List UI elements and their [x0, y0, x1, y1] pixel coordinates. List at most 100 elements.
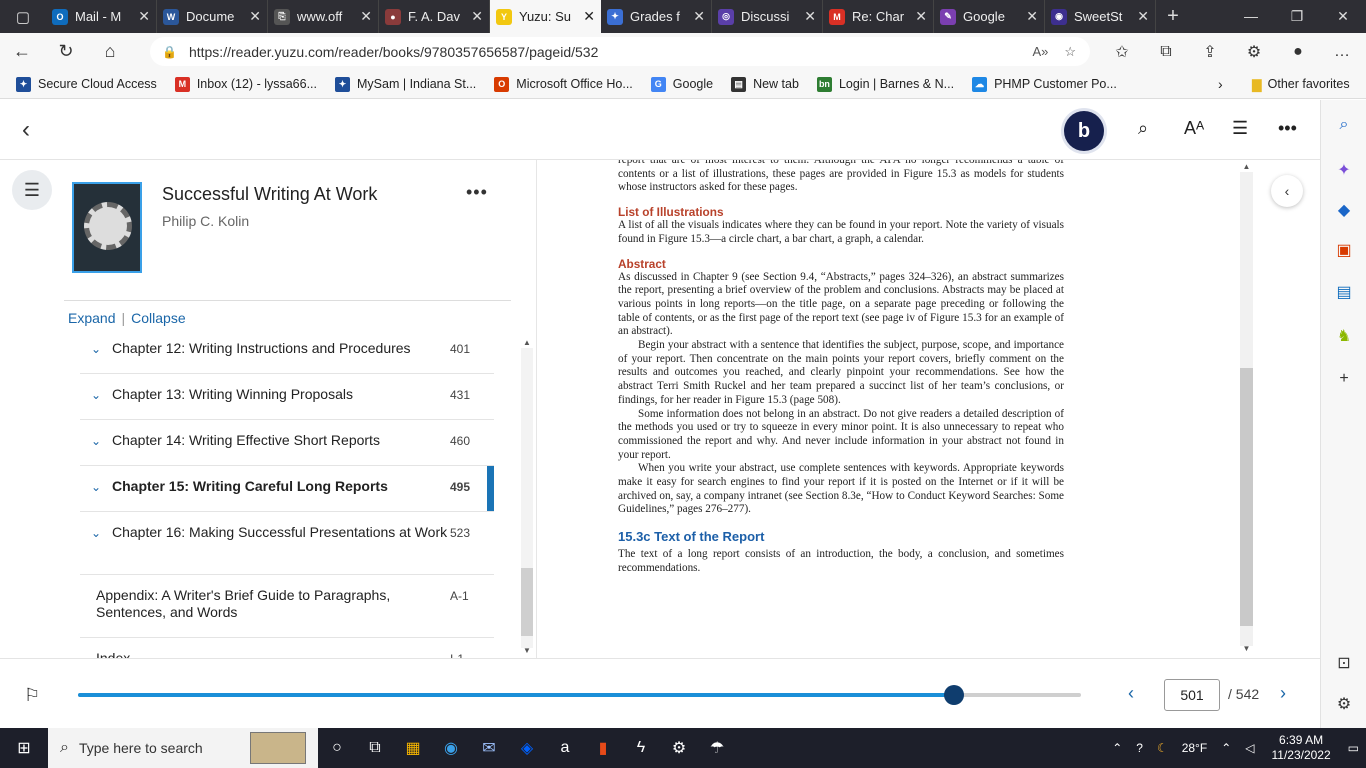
expand-link[interactable]: Expand — [68, 310, 115, 326]
cortana-icon[interactable]: ○ — [318, 739, 356, 757]
amazon-icon[interactable]: a — [546, 739, 584, 757]
favorite-item[interactable]: G Google — [650, 76, 713, 92]
scroll-down-icon[interactable]: ▼ — [521, 646, 533, 655]
office-icon[interactable]: ▮ — [584, 738, 622, 758]
browser-tab[interactable]: O Mail - M ✕ — [46, 0, 157, 33]
toc-chapter[interactable]: ⌄ Chapter 16: Making Successful Presentat… — [80, 512, 494, 575]
help-icon[interactable]: ? — [1136, 741, 1143, 755]
back-icon[interactable]: ← — [0, 41, 44, 62]
dropbox-icon[interactable]: ◈ — [508, 738, 546, 758]
settings-more-icon[interactable]: … — [1320, 43, 1364, 61]
menu-icon[interactable]: ☰ — [12, 170, 52, 210]
slider-knob[interactable] — [943, 685, 964, 705]
settings-icon[interactable]: ⚙ — [1321, 694, 1366, 714]
text-size-icon[interactable]: Aᴬ — [1184, 118, 1204, 139]
browser-tab[interactable]: ◎ Discussi ✕ — [712, 0, 823, 33]
clock[interactable]: 6:39 AM 11/23/2022 — [1271, 733, 1330, 763]
new-tab-button[interactable]: + — [1156, 5, 1190, 28]
close-window-icon[interactable]: ✕ — [1320, 8, 1366, 25]
tools-icon[interactable]: ♞ — [1321, 326, 1366, 346]
toc-chapter[interactable]: ⌄ Chapter 12: Writing Instructions and Pr… — [80, 328, 494, 374]
browser-tab[interactable]: ✦ Grades f ✕ — [601, 0, 712, 33]
next-page-icon[interactable]: › — [1280, 683, 1286, 704]
other-favorites[interactable]: ▇ Other favorites — [1252, 77, 1350, 92]
chevron-down-icon[interactable]: ⌄ — [80, 524, 112, 540]
reader-back-icon[interactable]: ‹ — [22, 116, 30, 144]
read-aloud-icon[interactable]: A» — [1032, 44, 1048, 60]
restore-icon[interactable]: ❐ — [1274, 8, 1320, 25]
extensions-icon[interactable]: ⚙ — [1232, 42, 1276, 62]
toc-chapter[interactable]: ⌄ Chapter 14: Writing Effective Short Rep… — [80, 420, 494, 466]
favorite-item[interactable]: O Microsoft Office Ho... — [494, 76, 633, 92]
app-icon[interactable]: ☂ — [698, 738, 736, 758]
url-field[interactable]: 🔒 https://reader.yuzu.com/reader/books/9… — [150, 37, 1090, 66]
file-explorer-icon[interactable]: ▦ — [394, 738, 432, 758]
toc-item[interactable]: Index I-1 — [80, 638, 494, 658]
favorite-item[interactable]: ☁ PHMP Customer Po... — [972, 76, 1117, 92]
toc-item[interactable]: Appendix: A Writer's Brief Guide to Para… — [80, 575, 494, 638]
task-view-icon[interactable]: ⧉ — [356, 739, 394, 757]
chevron-down-icon[interactable]: ⌄ — [80, 340, 112, 356]
app-icon[interactable]: ϟ — [622, 739, 660, 757]
close-icon[interactable]: ✕ — [915, 8, 927, 25]
profile-avatar[interactable]: ● — [1276, 43, 1320, 61]
favorites-icon[interactable]: ✩ — [1100, 42, 1144, 62]
browser-tab[interactable]: ⎘ www.off ✕ — [268, 0, 379, 33]
browser-tab[interactable]: ✎ Google ✕ — [934, 0, 1045, 33]
close-icon[interactable]: ✕ — [471, 8, 483, 25]
page-slider[interactable] — [78, 685, 1081, 705]
close-icon[interactable]: ✕ — [804, 8, 816, 25]
search-icon[interactable]: ⌕ — [1138, 118, 1148, 139]
settings-icon[interactable]: ⚙ — [660, 738, 698, 758]
previous-page-icon[interactable]: ‹ — [1128, 683, 1134, 704]
sidebar-toggle-icon[interactable]: ⊡ — [1321, 653, 1366, 673]
close-icon[interactable]: ✕ — [249, 8, 261, 25]
chevron-right-icon[interactable]: › — [1218, 76, 1223, 92]
favorite-item[interactable]: ✦ MySam | Indiana St... — [335, 76, 476, 92]
collapse-link[interactable]: Collapse — [131, 310, 185, 326]
weather-temp[interactable]: 28°F — [1182, 741, 1207, 755]
minimize-icon[interactable]: — — [1228, 8, 1274, 25]
shopping-icon[interactable]: ◆ — [1321, 200, 1366, 220]
scroll-thumb[interactable] — [521, 568, 533, 636]
close-icon[interactable]: ✕ — [1026, 8, 1038, 25]
page-number-input[interactable]: 501 — [1164, 679, 1220, 711]
volume-icon[interactable]: ◁ — [1245, 741, 1254, 755]
collections-icon[interactable]: ⧉ — [1144, 43, 1188, 61]
windows-start-icon[interactable]: ⊞ — [0, 738, 48, 758]
close-icon[interactable]: ✕ — [360, 8, 372, 25]
bookmark-icon[interactable]: ⚐ — [24, 685, 40, 706]
toc-chapter[interactable]: ⌄ Chapter 15: Writing Careful Long Report… — [80, 466, 494, 512]
scroll-up-icon[interactable]: ▲ — [521, 338, 533, 347]
toc-scrollbar[interactable]: ▲ ▼ — [521, 338, 533, 658]
chevron-down-icon[interactable]: ⌄ — [80, 386, 112, 402]
chevron-down-icon[interactable]: ⌄ — [80, 432, 112, 448]
notifications-icon[interactable]: ▭ — [1348, 741, 1359, 755]
weather-icon[interactable]: ☾ — [1157, 741, 1168, 755]
browser-tab[interactable]: M Re: Char ✕ — [823, 0, 934, 33]
bartleby-badge[interactable]: b — [1064, 111, 1104, 151]
close-icon[interactable]: ✕ — [693, 8, 705, 25]
refresh-icon[interactable]: ↻ — [44, 41, 88, 62]
office-icon[interactable]: ▣ — [1321, 240, 1366, 260]
url-text[interactable]: https://reader.yuzu.com/reader/books/978… — [189, 44, 598, 60]
scroll-down-icon[interactable]: ▼ — [1240, 644, 1253, 653]
favorite-item[interactable]: M Inbox (12) - lyssa66... — [174, 76, 317, 92]
mail-icon[interactable]: ✉ — [470, 738, 508, 758]
toc-chapter[interactable]: ⌄ Chapter 13: Writing Winning Proposals 43… — [80, 374, 494, 420]
taskbar-search[interactable]: ⌕ Type here to search — [48, 728, 318, 768]
network-icon[interactable]: ⌃ — [1221, 741, 1231, 755]
scroll-up-icon[interactable]: ▲ — [1240, 162, 1253, 171]
collapse-panel-icon[interactable]: ‹ — [1271, 175, 1303, 207]
close-icon[interactable]: ✕ — [1137, 8, 1149, 25]
tray-overflow-icon[interactable]: ⌃ — [1112, 741, 1122, 755]
share-icon[interactable]: ⇪ — [1188, 42, 1232, 62]
tab-actions-icon[interactable]: ▢ — [0, 0, 46, 33]
chevron-down-icon[interactable]: ⌄ — [80, 478, 112, 494]
copilot-icon[interactable]: ✦ — [1321, 160, 1366, 180]
browser-tab[interactable]: W Docume ✕ — [157, 0, 268, 33]
annotations-icon[interactable]: ☰ — [1232, 118, 1248, 139]
favorite-item[interactable]: ▤ New tab — [731, 76, 799, 92]
close-icon[interactable]: ✕ — [138, 8, 150, 25]
browser-tab[interactable]: Y Yuzu: Su ✕ — [490, 0, 601, 33]
